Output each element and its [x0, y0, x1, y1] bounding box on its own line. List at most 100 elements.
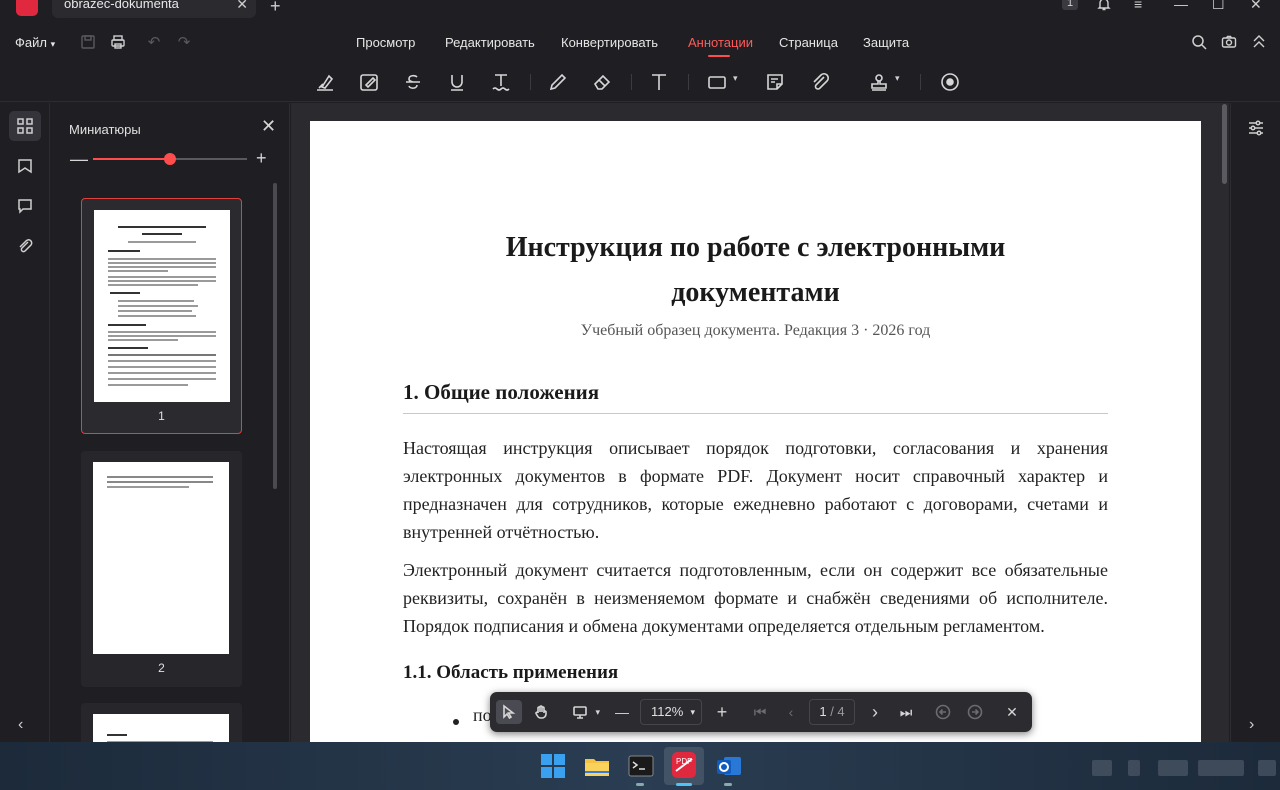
file-explorer-icon[interactable]: [582, 751, 612, 781]
thumbnail-page-2[interactable]: 2: [81, 451, 242, 687]
slider-knob[interactable]: [164, 153, 176, 165]
thumbnails-scrollbar[interactable]: [273, 183, 277, 489]
pencil-icon[interactable]: [547, 71, 569, 93]
sticky-note-icon[interactable]: [764, 71, 786, 93]
paperclip-icon: [19, 239, 33, 253]
tab-page[interactable]: Страница: [779, 35, 838, 50]
chevron-down-icon[interactable]: ▾: [733, 73, 738, 84]
eye-icon[interactable]: [939, 71, 961, 93]
print-icon[interactable]: [109, 34, 127, 52]
running-indicator: [724, 783, 732, 786]
eraser-icon[interactable]: [591, 71, 613, 93]
title-line-1: Инструкция по работе с электронными: [505, 232, 1006, 263]
bell-icon[interactable]: [1096, 0, 1112, 15]
windows-start-icon[interactable]: [538, 751, 568, 781]
expand-right-icon[interactable]: ›: [1249, 716, 1254, 734]
forward-view-icon[interactable]: [962, 700, 988, 724]
left-sidebar-strip: ‹: [0, 103, 50, 742]
underline-icon[interactable]: [446, 71, 468, 93]
list-item: по: [473, 705, 492, 725]
tab-convert[interactable]: Конвертировать: [561, 35, 658, 50]
document-scrollbar[interactable]: [1222, 104, 1227, 184]
settings-sliders-icon[interactable]: [1247, 119, 1265, 137]
view-mode-dropdown[interactable]: ▾: [568, 700, 602, 724]
floating-view-toolbar: ▾ — 112% ▾ + ⏮ ‹ 1 / 4 › ⏭ ✕: [490, 692, 1032, 732]
thumbnails-panel: Миниатюры ✕ — + 1 2: [51, 103, 290, 763]
system-tray-clock[interactable]: [1198, 760, 1244, 776]
undo-icon[interactable]: ↶: [145, 34, 163, 52]
tab-view[interactable]: Просмотр: [356, 35, 415, 50]
next-page-icon[interactable]: ›: [862, 700, 888, 724]
area-highlight-icon[interactable]: [358, 71, 380, 93]
thumbnail-size-slider[interactable]: [93, 153, 247, 165]
tab-protect[interactable]: Защита: [863, 35, 909, 50]
bookmarks-panel-button[interactable]: [9, 151, 41, 181]
collapse-left-icon[interactable]: ‹: [18, 716, 23, 734]
page-number-field[interactable]: 1 / 4: [809, 699, 855, 725]
document-tab[interactable]: obrazec-dokumenta ✕: [52, 0, 256, 18]
tab-annotations[interactable]: Аннотации: [688, 35, 753, 50]
page-badge: 1: [1062, 0, 1078, 10]
current-page: 1: [819, 704, 827, 719]
first-page-icon[interactable]: ⏮: [747, 700, 773, 724]
select-cursor-icon[interactable]: [496, 700, 522, 724]
outlook-icon[interactable]: [714, 751, 744, 781]
highlight-icon[interactable]: [314, 71, 336, 93]
zoom-out-icon[interactable]: —: [70, 149, 88, 170]
zoom-level-select[interactable]: 112% ▾: [640, 699, 702, 725]
stamp-icon[interactable]: [868, 71, 890, 93]
zoom-in-icon[interactable]: +: [256, 148, 267, 169]
document-viewport[interactable]: Инструкция по работе с электронными доку…: [291, 103, 1229, 742]
system-tray-icon[interactable]: [1128, 760, 1140, 776]
comments-panel-button[interactable]: [9, 191, 41, 221]
separator: [920, 74, 921, 90]
attachment-icon[interactable]: [809, 71, 831, 93]
title-bar: obrazec-dokumenta ✕ + 1 ≡ — ☐ ✕: [0, 0, 1280, 18]
pdf-app-taskbar-button[interactable]: PDF: [664, 747, 704, 785]
system-tray-icon[interactable]: [1158, 760, 1188, 776]
file-menu-label: Файл: [15, 35, 47, 50]
thumbnail-page-1[interactable]: 1: [81, 198, 242, 434]
terminal-icon[interactable]: [626, 751, 656, 781]
zoom-in-icon[interactable]: +: [709, 700, 735, 724]
file-menu[interactable]: Файл ▾: [15, 35, 55, 50]
tab-edit[interactable]: Редактировать: [445, 35, 535, 50]
text-tool-icon[interactable]: [648, 71, 670, 93]
close-icon[interactable]: ✕: [236, 0, 248, 13]
close-icon[interactable]: ✕: [261, 116, 276, 137]
window-close-icon[interactable]: ✕: [1250, 0, 1262, 13]
chevron-down-icon[interactable]: ▾: [895, 73, 900, 84]
new-tab-plus-icon[interactable]: +: [270, 0, 281, 17]
attachments-panel-button[interactable]: [9, 231, 41, 261]
expand-icon[interactable]: [1250, 34, 1268, 52]
active-indicator: [676, 783, 692, 786]
page-preview: [94, 210, 230, 402]
separator: [688, 74, 689, 90]
minimize-icon[interactable]: —: [1174, 0, 1188, 12]
bullet-marker: [453, 719, 459, 725]
save-icon[interactable]: [79, 34, 97, 52]
thumbnails-panel-button[interactable]: [9, 111, 41, 141]
strikethrough-icon[interactable]: [402, 71, 424, 93]
squiggly-underline-icon[interactable]: [490, 71, 512, 93]
redo-icon[interactable]: ↷: [175, 34, 193, 52]
back-view-icon[interactable]: [930, 700, 956, 724]
close-toolbar-icon[interactable]: ✕: [999, 700, 1025, 724]
hand-tool-icon[interactable]: [528, 700, 554, 724]
menu-icon[interactable]: ≡: [1134, 0, 1142, 12]
zoom-out-icon[interactable]: —: [609, 700, 635, 724]
camera-icon[interactable]: [1220, 34, 1238, 52]
maximize-icon[interactable]: ☐: [1212, 0, 1225, 13]
separator: [530, 74, 531, 90]
system-tray-icon[interactable]: [1092, 760, 1112, 776]
chevron-down-icon: ▾: [50, 39, 56, 49]
running-indicator: [636, 783, 644, 786]
rectangle-shape-icon[interactable]: [706, 71, 728, 93]
previous-page-icon[interactable]: ‹: [778, 700, 804, 724]
notification-icon[interactable]: [1258, 760, 1276, 776]
subsection-heading: 1.1. Область применения: [403, 662, 619, 683]
document-subtitle: Учебный образец документа. Редакция 3 · …: [580, 322, 931, 339]
search-icon[interactable]: [1190, 34, 1208, 52]
annotation-toolbar: ▾ ▾: [0, 62, 1280, 102]
last-page-icon[interactable]: ⏭: [893, 700, 919, 724]
